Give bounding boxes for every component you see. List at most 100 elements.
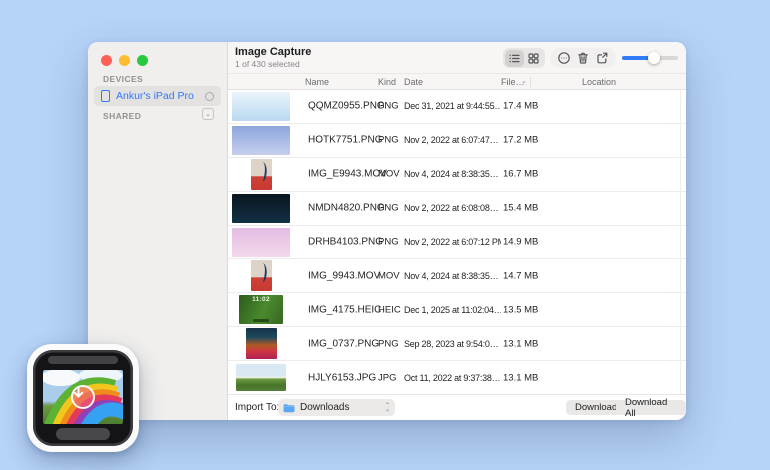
column-name[interactable]: Name [305, 77, 329, 87]
table-row[interactable]: HJLY6153.JPG JPG Oct 11, 2022 at 9:37:38… [228, 361, 686, 394]
column-kind[interactable]: Kind [378, 77, 396, 87]
file-date: Dec 1, 2025 at 11:02:04… [404, 305, 501, 315]
table-row[interactable]: HOTK7751.PNG PNG Nov 2, 2022 at 6:07:47…… [228, 124, 686, 158]
import-to-label: Import To: [235, 402, 279, 413]
dropdown-stepper-icon: ⌃⌄ [385, 404, 390, 412]
table-row[interactable]: 11:02 IMG_4175.HEIC HEIC Dec 1, 2025 at … [228, 293, 686, 327]
file-thumbnail[interactable] [232, 194, 290, 223]
file-name: NMDN4820.PNG [308, 203, 385, 214]
file-kind: PNG [378, 101, 399, 112]
more-options-button[interactable] [556, 50, 572, 66]
file-date: Nov 4, 2024 at 8:38:35… [404, 169, 501, 179]
download-all-button[interactable]: Download All [616, 400, 686, 415]
file-thumbnail[interactable] [236, 364, 286, 391]
file-size: 14.7 MB [503, 270, 538, 281]
file-name: HJLY6153.JPG [308, 372, 376, 383]
window-title: Image Capture [235, 46, 311, 58]
scrollbar[interactable] [680, 90, 681, 394]
table-row[interactable]: NMDN4820.PNG PNG Nov 2, 2022 at 6:08:08…… [228, 192, 686, 226]
file-date: Oct 11, 2022 at 9:37:38… [404, 373, 501, 383]
share-button[interactable] [594, 50, 610, 66]
file-size: 14.9 MB [503, 237, 538, 248]
file-name: IMG_4175.HEIC [308, 304, 381, 315]
file-kind: MOV [378, 270, 400, 281]
main-area: Image Capture 1 of 430 selected [228, 42, 686, 420]
rainbow-photo [43, 370, 123, 424]
file-name: HOTK7751.PNG [308, 135, 382, 146]
column-date[interactable]: Date [404, 77, 423, 87]
delete-button[interactable] [575, 50, 591, 66]
table-row[interactable]: IMG_9943.MOV MOV Nov 4, 2024 at 8:38:35…… [228, 259, 686, 293]
list-view-icon [508, 52, 521, 65]
file-kind: HEIC [378, 304, 401, 315]
image-capture-window: DEVICES Ankur's iPad Pro SHARED ⌄ Image … [88, 42, 686, 420]
more-options-icon [557, 51, 571, 65]
column-location[interactable]: Location [582, 77, 616, 87]
device-name: Ankur's iPad Pro [116, 90, 199, 102]
table-header: Name Kind Date File… ⌄ Location [228, 74, 686, 90]
scanner-device-frame [33, 350, 133, 446]
sidebar-item-ipad[interactable]: Ankur's iPad Pro [94, 86, 221, 106]
destination-value: Downloads [300, 402, 380, 413]
window-controls [101, 55, 148, 66]
list-view-button[interactable] [505, 50, 525, 67]
file-thumbnail[interactable] [251, 260, 272, 291]
close-button[interactable] [101, 55, 112, 66]
file-date: Nov 4, 2024 at 8:38:35… [404, 271, 501, 281]
file-date: Nov 2, 2022 at 6:07:47… [404, 135, 501, 145]
shared-toggle-icon[interactable]: ⌄ [202, 108, 214, 120]
footer-bar: Import To: Downloads ⌃⌄ Download Downloa… [228, 394, 686, 420]
file-size: 16.7 MB [503, 169, 538, 180]
selection-status: 1 of 430 selected [235, 59, 311, 69]
file-size: 17.2 MB [503, 135, 538, 146]
file-date: Sep 28, 2023 at 9:54:0… [404, 339, 501, 349]
file-date: Dec 31, 2021 at 9:44:55… [404, 101, 501, 111]
file-size: 13.5 MB [503, 304, 538, 315]
file-kind: PNG [378, 135, 399, 146]
file-kind: PNG [378, 237, 399, 248]
download-arrow-icon [71, 385, 95, 409]
file-size: 13.1 MB [503, 338, 538, 349]
file-date: Nov 2, 2022 at 6:07:12 PM [404, 237, 501, 247]
file-thumbnail[interactable]: 11:02 [239, 295, 283, 324]
trash-icon [576, 51, 590, 65]
image-capture-app-icon[interactable] [27, 344, 139, 452]
file-list: QQMZ0955.PNG PNG Dec 31, 2021 at 9:44:55… [228, 90, 686, 394]
thumbnail-size-slider[interactable] [622, 56, 678, 60]
file-thumbnail[interactable] [232, 92, 290, 121]
file-kind: PNG [378, 203, 399, 214]
file-size: 17.4 MB [503, 101, 538, 112]
file-thumbnail[interactable] [251, 159, 272, 190]
grid-view-button[interactable] [524, 50, 544, 67]
share-icon [595, 51, 609, 65]
file-date: Nov 2, 2022 at 6:08:08… [404, 203, 501, 213]
toolbar: Image Capture 1 of 430 selected [228, 42, 686, 74]
file-thumbnail[interactable] [232, 126, 290, 155]
file-kind: PNG [378, 338, 399, 349]
shared-section-label: SHARED [103, 111, 141, 121]
grid-view-icon [527, 52, 540, 65]
table-row[interactable]: QQMZ0955.PNG PNG Dec 31, 2021 at 9:44:55… [228, 90, 686, 124]
device-bottom-bar [56, 428, 110, 440]
file-size: 15.4 MB [503, 203, 538, 214]
sort-chevron-icon: ⌄ [521, 77, 527, 85]
file-kind: JPG [378, 372, 396, 383]
file-thumbnail[interactable] [246, 328, 277, 359]
table-row[interactable]: IMG_0737.PNG PNG Sep 28, 2023 at 9:54:0…… [228, 327, 686, 361]
view-mode-segmented-control [503, 48, 545, 68]
column-divider [530, 77, 531, 87]
destination-dropdown[interactable]: Downloads ⌃⌄ [278, 399, 395, 416]
zoom-button[interactable] [137, 55, 148, 66]
slider-thumb[interactable] [648, 52, 660, 64]
file-thumbnail[interactable] [232, 228, 290, 257]
file-name: QQMZ0955.PNG [308, 101, 385, 112]
eject-icon[interactable] [205, 92, 214, 101]
minimize-button[interactable] [119, 55, 130, 66]
action-icon-group [550, 48, 616, 68]
file-name: IMG_0737.PNG [308, 338, 379, 349]
table-row[interactable]: IMG_E9943.MOV MOV Nov 4, 2024 at 8:38:35… [228, 158, 686, 192]
file-name: DRHB4103.PNG [308, 237, 383, 248]
folder-icon [283, 403, 295, 413]
ipad-icon [101, 90, 110, 102]
table-row[interactable]: DRHB4103.PNG PNG Nov 2, 2022 at 6:07:12 … [228, 226, 686, 260]
